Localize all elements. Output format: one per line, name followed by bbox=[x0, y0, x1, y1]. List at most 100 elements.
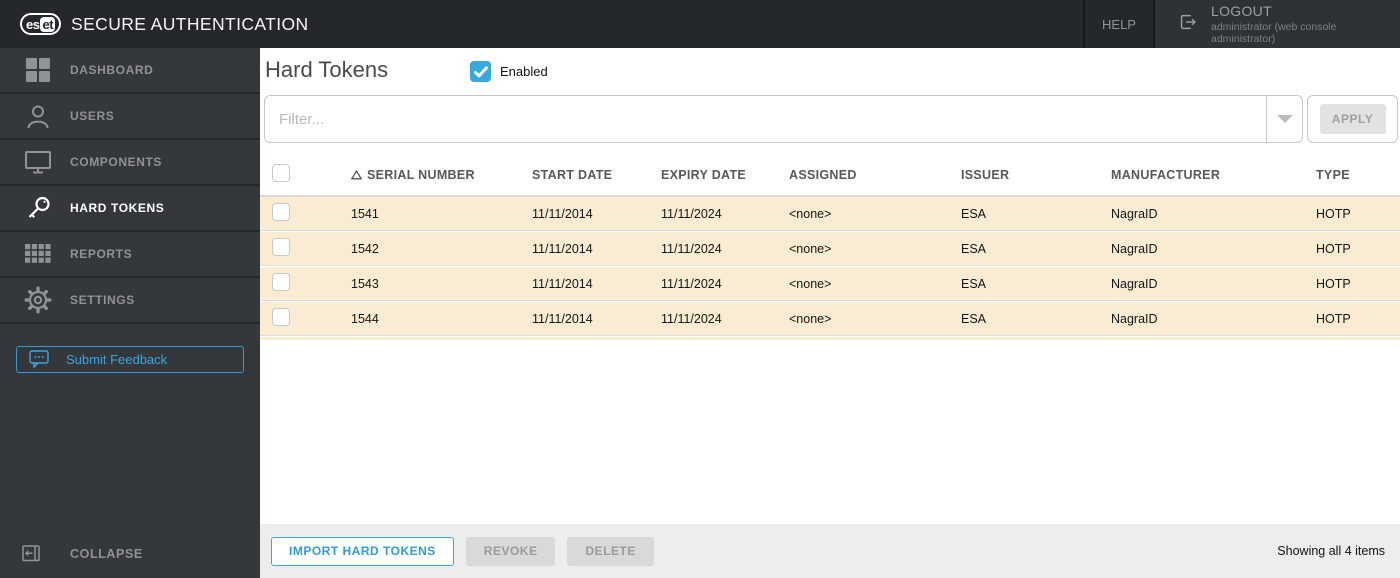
footer-bar: IMPORT HARD TOKENS REVOKE DELETE Showing… bbox=[260, 524, 1400, 578]
items-count-status: Showing all 4 items bbox=[1277, 544, 1385, 558]
cell-issuer: ESA bbox=[961, 206, 987, 221]
logout-icon bbox=[1177, 11, 1199, 38]
monitor-icon bbox=[20, 149, 56, 175]
sidebar-item-label: DASHBOARD bbox=[70, 63, 154, 77]
table-row[interactable]: 1544 11/11/2014 11/11/2024 <none> ESA Na… bbox=[260, 302, 1400, 336]
cell-assigned: <none> bbox=[789, 276, 832, 291]
column-header-issuer[interactable]: ISSUER bbox=[958, 168, 1108, 182]
app-window: es et SECURE AUTHENTICATION HELP LOGOUT … bbox=[0, 0, 1400, 578]
table-body: 1541 11/11/2014 11/11/2024 <none> ESA Na… bbox=[260, 197, 1400, 336]
column-header-start-date[interactable]: START DATE bbox=[529, 168, 658, 182]
enabled-group: Enabled bbox=[470, 61, 548, 82]
cell-expiry-date: 11/11/2024 bbox=[661, 241, 722, 256]
eset-logo-icon: es et bbox=[20, 13, 62, 35]
table-row[interactable]: 1542 11/11/2014 11/11/2024 <none> ESA Na… bbox=[260, 232, 1400, 266]
column-header-serial-number[interactable]: SERIAL NUMBER bbox=[348, 168, 529, 182]
column-header-manufacturer[interactable]: MANUFACTURER bbox=[1108, 168, 1313, 182]
cell-start-date: 11/11/2014 bbox=[532, 206, 593, 221]
top-bar: es et SECURE AUTHENTICATION HELP LOGOUT … bbox=[0, 0, 1400, 48]
cell-assigned: <none> bbox=[789, 311, 832, 326]
cell-serial-number: 1543 bbox=[351, 276, 379, 291]
chevron-down-icon bbox=[1276, 115, 1293, 123]
column-header-assigned[interactable]: ASSIGNED bbox=[786, 168, 958, 182]
cell-manufacturer: NagraID bbox=[1111, 206, 1158, 221]
cell-serial-number: 1541 bbox=[351, 206, 379, 221]
cell-expiry-date: 11/11/2024 bbox=[661, 206, 722, 221]
user-icon bbox=[20, 103, 56, 129]
cell-manufacturer: NagraID bbox=[1111, 241, 1158, 256]
title-row: Hard Tokens Enabled bbox=[260, 48, 1400, 95]
sidebar-item-label: USERS bbox=[70, 109, 115, 123]
revoke-button[interactable]: REVOKE bbox=[465, 536, 556, 566]
cell-manufacturer: NagraID bbox=[1111, 276, 1158, 291]
select-all-checkbox[interactable] bbox=[272, 163, 290, 182]
sidebar-item-users[interactable]: USERS bbox=[0, 94, 260, 140]
apply-button[interactable]: APPLY bbox=[1319, 104, 1386, 134]
cell-serial-number: 1544 bbox=[351, 311, 379, 326]
sidebar-item-label: REPORTS bbox=[70, 247, 133, 261]
logout-label: LOGOUT bbox=[1211, 3, 1272, 19]
collapse-label: COLLAPSE bbox=[70, 546, 143, 561]
row-checkbox[interactable] bbox=[272, 273, 290, 291]
sort-ascending-icon bbox=[351, 170, 362, 180]
cell-issuer: ESA bbox=[961, 276, 987, 291]
row-checkbox[interactable] bbox=[272, 308, 290, 326]
cell-issuer: ESA bbox=[961, 241, 987, 256]
sidebar-item-reports[interactable]: REPORTS bbox=[0, 232, 260, 278]
feedback-bubble-icon bbox=[29, 350, 50, 369]
eset-logo-right: et bbox=[40, 16, 56, 32]
row-checkbox-cell bbox=[260, 203, 348, 224]
sidebar-item-label: COMPONENTS bbox=[70, 155, 163, 169]
row-checkbox[interactable] bbox=[272, 238, 290, 256]
cell-type: HOTP bbox=[1316, 241, 1351, 256]
sidebar-item-label: SETTINGS bbox=[70, 293, 135, 307]
cell-start-date: 11/11/2014 bbox=[532, 241, 593, 256]
table-header: SERIAL NUMBER START DATE EXPIRY DATE ASS… bbox=[260, 155, 1400, 197]
cell-expiry-date: 11/11/2024 bbox=[661, 311, 722, 326]
cell-start-date: 11/11/2014 bbox=[532, 276, 593, 291]
sidebar-item-hard-tokens[interactable]: HARD TOKENS bbox=[0, 186, 260, 232]
cell-type: HOTP bbox=[1316, 206, 1351, 221]
row-checkbox-cell bbox=[260, 308, 348, 329]
collapse-button[interactable]: COLLAPSE bbox=[0, 545, 143, 562]
table-row[interactable]: 1543 11/11/2014 11/11/2024 <none> ESA Na… bbox=[260, 267, 1400, 301]
key-icon bbox=[20, 195, 56, 222]
sidebar-item-label: HARD TOKENS bbox=[70, 201, 165, 215]
import-hard-tokens-button[interactable]: IMPORT HARD TOKENS bbox=[271, 536, 454, 566]
cell-start-date: 11/11/2014 bbox=[532, 311, 593, 326]
help-button[interactable]: HELP bbox=[1083, 0, 1155, 48]
filter-row: APPLY bbox=[264, 95, 1398, 143]
brand: es et SECURE AUTHENTICATION bbox=[0, 0, 1083, 48]
logout-button[interactable]: LOGOUT administrator (web console admini… bbox=[1155, 0, 1400, 48]
cell-type: HOTP bbox=[1316, 276, 1351, 291]
cell-issuer: ESA bbox=[961, 311, 987, 326]
logout-user: administrator (web console administrator… bbox=[1211, 21, 1337, 45]
gear-icon bbox=[20, 286, 56, 314]
column-header-expiry-date[interactable]: EXPIRY DATE bbox=[658, 168, 786, 182]
page-title: Hard Tokens bbox=[265, 57, 389, 82]
sidebar: DASHBOARD USERS COMPONENTS HARD TOKENS R… bbox=[0, 48, 260, 578]
cell-expiry-date: 11/11/2024 bbox=[661, 276, 722, 291]
main-content: Hard Tokens Enabled APP bbox=[260, 48, 1400, 578]
filter-dropdown-button[interactable] bbox=[1266, 96, 1302, 142]
delete-button[interactable]: DELETE bbox=[567, 536, 654, 566]
header-checkbox-cell bbox=[260, 163, 348, 187]
apply-button-container: APPLY bbox=[1307, 95, 1398, 143]
submit-feedback-button[interactable]: Submit Feedback bbox=[16, 346, 244, 373]
dashboard-icon bbox=[20, 57, 56, 83]
row-checkbox-cell bbox=[260, 273, 348, 294]
row-checkbox[interactable] bbox=[272, 203, 290, 221]
report-grid-icon bbox=[20, 244, 56, 264]
column-header-type[interactable]: TYPE bbox=[1313, 168, 1400, 182]
table-row[interactable]: 1541 11/11/2014 11/11/2024 <none> ESA Na… bbox=[260, 197, 1400, 231]
sidebar-item-settings[interactable]: SETTINGS bbox=[0, 278, 260, 324]
enabled-checkbox[interactable] bbox=[470, 61, 491, 82]
filter-input[interactable] bbox=[265, 96, 1266, 142]
sidebar-item-dashboard[interactable]: DASHBOARD bbox=[0, 48, 260, 94]
check-icon bbox=[473, 65, 488, 77]
filter-box bbox=[264, 95, 1303, 143]
eset-logo-left: es bbox=[26, 16, 40, 32]
cell-type: HOTP bbox=[1316, 311, 1351, 326]
sidebar-item-components[interactable]: COMPONENTS bbox=[0, 140, 260, 186]
logout-text: LOGOUT administrator (web console admini… bbox=[1211, 3, 1400, 45]
